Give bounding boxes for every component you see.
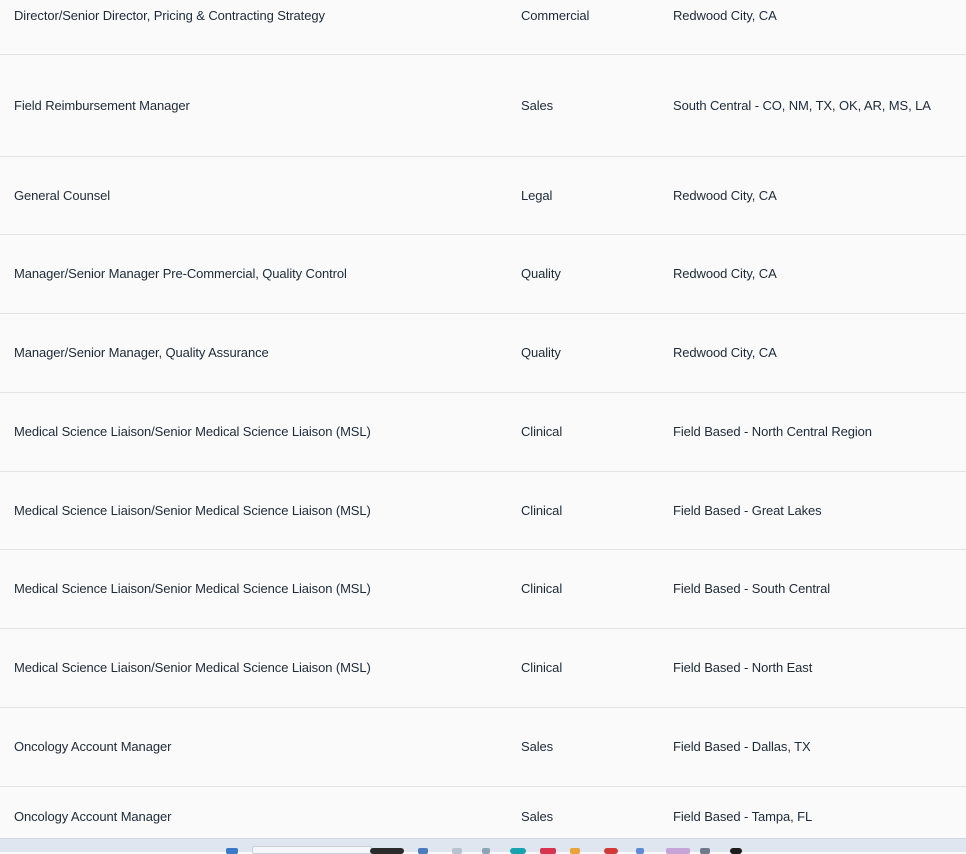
app-icon[interactable] (604, 848, 618, 854)
store-icon[interactable] (540, 848, 556, 854)
job-location: Redwood City, CA (673, 7, 777, 23)
app-icon-4[interactable] (700, 848, 710, 854)
job-title[interactable]: Manager/Senior Manager, Quality Assuranc… (14, 343, 494, 363)
job-row[interactable]: Medical Science Liaison/Senior Medical S… (0, 629, 966, 708)
job-location: Field Based - Great Lakes (673, 502, 822, 518)
job-title[interactable]: Field Reimbursement Manager (14, 96, 494, 116)
job-title[interactable]: General Counsel (14, 186, 494, 206)
job-department: Sales (521, 808, 554, 824)
mail-icon[interactable] (510, 848, 526, 854)
job-row[interactable]: Manager/Senior Manager Pre-Commercial, Q… (0, 235, 966, 314)
edge-icon[interactable] (452, 848, 462, 854)
job-location: Field Based - North East (673, 660, 813, 675)
job-title[interactable]: Medical Science Liaison/Senior Medical S… (14, 501, 494, 521)
job-department: Clinical (521, 424, 563, 439)
chrome-icon[interactable] (482, 848, 490, 854)
job-title[interactable]: Medical Science Liaison/Senior Medical S… (14, 422, 494, 442)
job-title[interactable]: Medical Science Liaison/Senior Medical S… (14, 579, 494, 599)
job-title[interactable]: Director/Senior Director, Pricing & Cont… (14, 6, 494, 26)
job-location: Field Based - Tampa, FL (673, 808, 813, 824)
job-row[interactable]: General Counsel Legal Redwood City, CA (0, 157, 966, 235)
job-row[interactable]: Medical Science Liaison/Senior Medical S… (0, 472, 966, 550)
job-location: Field Based - South Central (673, 581, 830, 596)
job-department: Quality (521, 266, 561, 281)
search-box[interactable] (252, 846, 372, 854)
job-location: South Central - CO, NM, TX, OK, AR, MS, … (673, 97, 931, 113)
app-icon-3[interactable] (666, 848, 690, 854)
job-title[interactable]: Oncology Account Manager (14, 737, 494, 757)
job-location: Field Based - North Central Region (673, 424, 872, 439)
job-row[interactable]: Field Reimbursement Manager Sales South Ce… (0, 55, 966, 157)
job-title[interactable]: Medical Science Liaison/Senior Medical S… (14, 658, 494, 678)
job-location: Redwood City, CA (673, 266, 777, 281)
job-title[interactable]: Oncology Account Manager (14, 807, 494, 827)
job-department: Clinical (521, 581, 563, 596)
app-icon-5[interactable] (730, 848, 742, 854)
job-row[interactable]: Director/Senior Director, Pricing & Cont… (0, 0, 966, 55)
windows-taskbar (0, 838, 966, 854)
job-department: Clinical (521, 660, 563, 675)
job-department: Sales (521, 97, 554, 113)
file-explorer-icon[interactable] (418, 848, 428, 854)
job-title[interactable]: Manager/Senior Manager Pre-Commercial, Q… (14, 264, 494, 284)
job-row[interactable]: Oncology Account Manager Sales Field Based… (0, 708, 966, 787)
settings-icon[interactable] (570, 848, 580, 854)
job-department: Quality (521, 345, 561, 360)
app-icon-2[interactable] (636, 848, 644, 854)
job-department: Sales (521, 739, 554, 754)
job-location: Redwood City, CA (673, 187, 777, 203)
job-department: Legal (521, 187, 553, 203)
job-location: Redwood City, CA (673, 345, 777, 360)
job-department: Commercial (521, 7, 590, 23)
start-icon[interactable] (226, 848, 238, 854)
task-view-icon[interactable] (370, 848, 404, 854)
job-row[interactable]: Manager/Senior Manager, Quality Assuranc… (0, 314, 966, 393)
job-department: Clinical (521, 502, 563, 518)
job-row[interactable]: Medical Science Liaison/Senior Medical S… (0, 550, 966, 629)
job-location: Field Based - Dallas, TX (673, 739, 811, 754)
job-row[interactable]: Medical Science Liaison/Senior Medical S… (0, 393, 966, 472)
